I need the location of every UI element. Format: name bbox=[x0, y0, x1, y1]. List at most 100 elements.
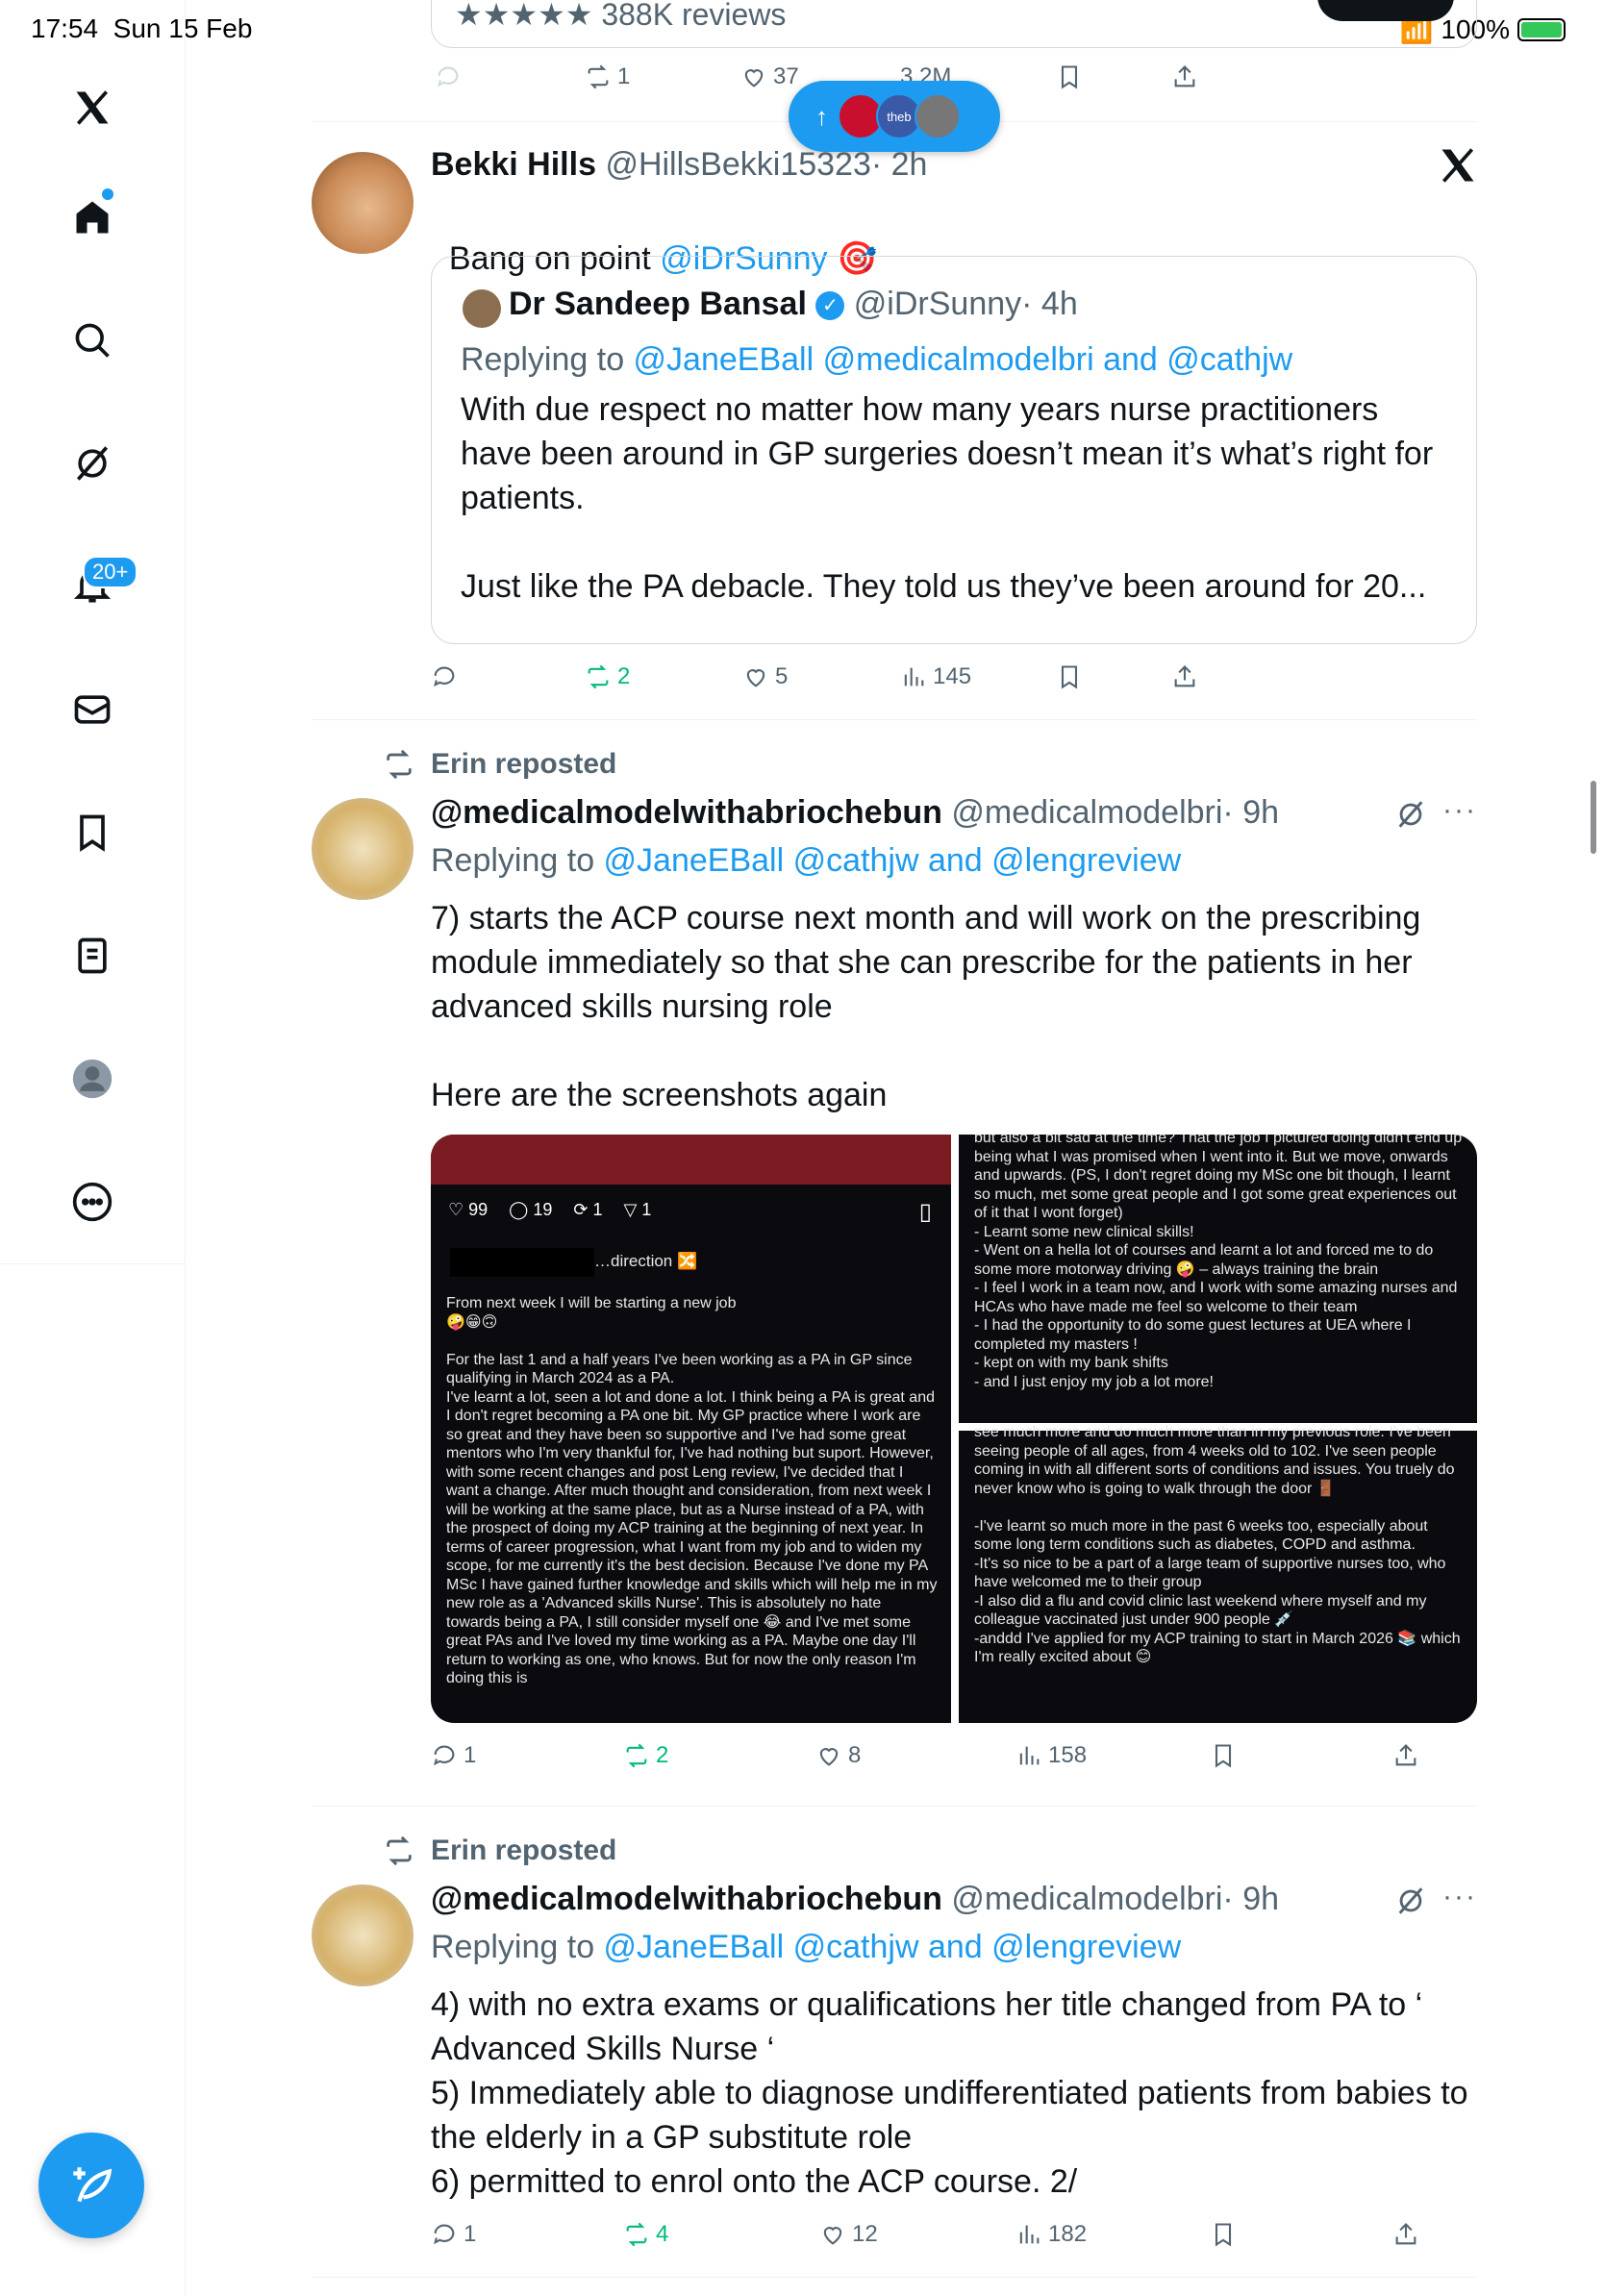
divider bbox=[312, 1806, 1477, 1807]
sidebar-item-profile[interactable] bbox=[62, 1048, 123, 1110]
notifications-badge: 20+ bbox=[83, 556, 138, 588]
quote-card[interactable]: Dr Sandeep Bansal ✓ @iDrSunny· 4h Replyi… bbox=[431, 256, 1477, 644]
tweet-text: 7) starts the ACP course next month and … bbox=[431, 900, 1421, 1113]
reply-count: 1 bbox=[464, 1742, 477, 1768]
view-count: 182 bbox=[1048, 2221, 1088, 2247]
new-posts-pill[interactable]: ↑ theb bbox=[789, 81, 1000, 152]
like-button[interactable]: 8 bbox=[815, 1742, 861, 1769]
screenshot-bookmark-icon: ▯ bbox=[918, 1199, 932, 1225]
screenshot-shares-count: 1 bbox=[641, 1200, 652, 1219]
rating-count: 388K reviews bbox=[601, 0, 787, 32]
media-image-2[interactable]: but also a bit sad at the time? That the… bbox=[959, 1135, 1477, 1423]
screenshot-comments: ◯ 19 bbox=[509, 1200, 553, 1219]
sidebar-item-search[interactable] bbox=[62, 310, 123, 371]
author-name[interactable]: @medicalmodelwithabriochebun bbox=[431, 794, 942, 831]
grok-icon[interactable] bbox=[1394, 798, 1427, 831]
bookmark-icon bbox=[1061, 665, 1078, 689]
repost-icon bbox=[387, 1835, 412, 1866]
views-button[interactable]: 145 bbox=[900, 663, 971, 690]
repost-icon bbox=[588, 664, 609, 689]
replying-to-handles[interactable]: @JaneEBall @cathjw and @lengreview bbox=[604, 1929, 1182, 1965]
bookmark-button[interactable] bbox=[1210, 2221, 1237, 2248]
replying-to-handles[interactable]: @JaneEBall @medicalmodelbri and @cathjw bbox=[634, 341, 1293, 378]
share-button[interactable] bbox=[1171, 63, 1198, 90]
home-unread-dot bbox=[102, 188, 113, 200]
sidebar-item-home[interactable] bbox=[62, 187, 123, 248]
tweet-header: Bekki Hills @HillsBekki15323· 2h bbox=[431, 146, 927, 184]
sidebar-item-lists[interactable] bbox=[62, 925, 123, 986]
home-icon bbox=[76, 201, 109, 234]
sidebar-item-bookmarks[interactable] bbox=[62, 802, 123, 863]
mail-icon bbox=[74, 695, 111, 724]
x-logo-icon[interactable] bbox=[1437, 144, 1479, 187]
repost-context[interactable]: Erin reposted bbox=[383, 748, 616, 781]
arrow-up-icon: ↑ bbox=[815, 101, 828, 131]
author-handle[interactable]: @HillsBekki15323 bbox=[605, 146, 870, 183]
share-icon bbox=[1395, 2223, 1416, 2245]
pill-avatar-3 bbox=[915, 93, 961, 139]
repost-button[interactable]: 2 bbox=[623, 1742, 668, 1769]
compose-icon bbox=[73, 2167, 113, 2203]
share-button[interactable] bbox=[1392, 2221, 1419, 2248]
repost-context[interactable]: Erin reposted bbox=[383, 1834, 616, 1867]
bookmark-button[interactable] bbox=[1056, 663, 1083, 690]
sidebar-item-more[interactable] bbox=[62, 1171, 123, 1233]
compose-button[interactable] bbox=[38, 2133, 144, 2238]
bookmark-button[interactable] bbox=[1056, 63, 1083, 90]
heart-icon bbox=[819, 1748, 839, 1766]
author-name[interactable]: Bekki Hills bbox=[431, 146, 596, 183]
repost-icon bbox=[387, 749, 412, 780]
tweet-header: @medicalmodelwithabriochebun @medicalmod… bbox=[431, 1881, 1279, 1918]
author-name[interactable]: @medicalmodelwithabriochebun bbox=[431, 1881, 942, 1917]
post-time[interactable]: · 9h bbox=[1222, 1881, 1279, 1917]
avatar[interactable] bbox=[312, 798, 414, 900]
reply-button[interactable] bbox=[431, 663, 458, 690]
repost-button[interactable]: 4 bbox=[623, 2221, 668, 2248]
bookmark-button[interactable] bbox=[1210, 1742, 1237, 1769]
scrollbar[interactable] bbox=[1591, 781, 1596, 854]
quote-header: Dr Sandeep Bansal ✓ @iDrSunny· 4h bbox=[509, 286, 1078, 323]
author-handle[interactable]: @medicalmodelbri bbox=[951, 1881, 1222, 1917]
views-button[interactable]: 182 bbox=[1015, 2221, 1087, 2248]
reply-button[interactable]: 1 bbox=[431, 2221, 476, 2248]
repost-count: 4 bbox=[656, 2221, 669, 2247]
x-logo[interactable] bbox=[62, 77, 123, 138]
repost-count: 2 bbox=[617, 663, 631, 689]
sidebar-rail bbox=[185, 1264, 186, 2296]
like-button[interactable]: 12 bbox=[819, 2221, 878, 2248]
bookmark-icon bbox=[1215, 1744, 1232, 1768]
action-row: 1 2 8 158 bbox=[431, 1742, 1477, 1781]
sidebar-item-grok[interactable] bbox=[62, 433, 123, 494]
sidebar-item-messages[interactable] bbox=[62, 679, 123, 740]
reply-button[interactable]: 1 bbox=[431, 1742, 476, 1769]
views-button[interactable]: 158 bbox=[1015, 1742, 1087, 1769]
media-image-1[interactable]: ♡ 99 ◯ 19 ⟳ 1 ▽ 1 ▯ …direction 🔀 From ne… bbox=[431, 1135, 951, 1723]
quote-text: With due respect no matter how many year… bbox=[461, 391, 1434, 605]
author-handle[interactable]: @medicalmodelbri bbox=[951, 794, 1222, 831]
like-button[interactable]: 37 bbox=[740, 63, 799, 90]
avatar[interactable] bbox=[312, 1884, 414, 1986]
reposted-by: Erin reposted bbox=[431, 1834, 617, 1866]
more-circle-icon bbox=[72, 1182, 113, 1222]
replying-to-handles[interactable]: @JaneEBall @cathjw and @lengreview bbox=[604, 842, 1182, 879]
repost-button[interactable]: 2 bbox=[585, 663, 630, 690]
tweet-text: 4) with no extra exams or qualifications… bbox=[431, 1986, 1468, 2200]
reply-icon bbox=[434, 1745, 455, 1766]
post-time[interactable]: · 2h bbox=[871, 146, 928, 183]
share-button[interactable] bbox=[1171, 663, 1198, 690]
avatar[interactable] bbox=[312, 152, 414, 254]
view-count: 145 bbox=[933, 663, 972, 689]
repost-button[interactable]: 1 bbox=[585, 63, 630, 90]
more-icon[interactable]: ··· bbox=[1442, 794, 1477, 827]
bookmark-icon bbox=[1061, 65, 1078, 89]
grok-icon[interactable] bbox=[1394, 1884, 1427, 1917]
like-button[interactable]: 5 bbox=[742, 663, 788, 690]
media-image-3[interactable]: see much more and do much more than in m… bbox=[959, 1424, 1477, 1723]
share-button[interactable] bbox=[1392, 1742, 1419, 1769]
promo-card[interactable]: ★★★★★ 388K reviews bbox=[431, 0, 1477, 48]
repost-icon bbox=[626, 2222, 647, 2247]
reply-button[interactable] bbox=[435, 63, 462, 90]
more-icon[interactable]: ··· bbox=[1442, 1881, 1477, 1913]
post-time[interactable]: · 9h bbox=[1222, 794, 1279, 831]
rating-text: ★★★★★ 388K reviews bbox=[455, 0, 786, 33]
